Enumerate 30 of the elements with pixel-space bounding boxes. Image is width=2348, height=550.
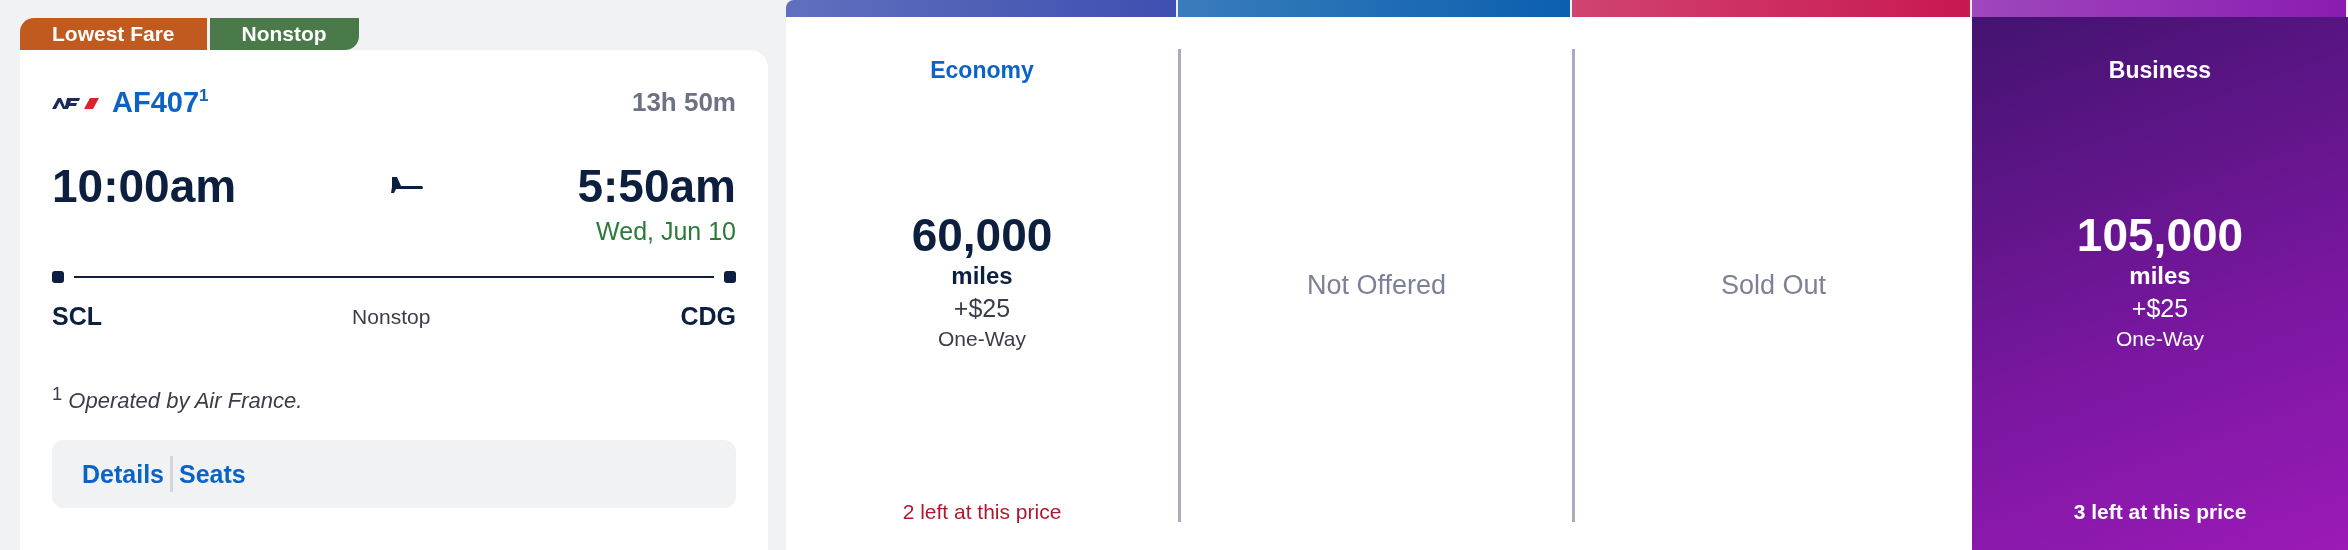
fare-badge: Nonstop [209,18,359,50]
fee-text: +$25 [2131,294,2189,323]
arrival-date: Wed, Jun 10 [596,217,736,246]
flight-link[interactable]: Details [76,459,170,489]
fare-status: Not Offered [1306,270,1447,301]
arrival-time: 5:50am [577,159,736,213]
miles-amount: 105,000 [2076,208,2244,262]
seats-left-text: 3 left at this price [2073,500,2247,524]
destination-code: CDG [680,302,736,331]
flight-number[interactable]: AF407$^{1}$ [112,86,209,119]
fare-status: Sold Out [1720,270,1827,301]
cabin-title: Business [2108,57,2212,84]
trip-type: One-Way [938,327,1026,351]
fare-badge: Lowest Fare [20,18,207,50]
cabin-title: Economy [930,57,1034,84]
fee-text: +$25 [953,294,1011,323]
miles-label: miles [951,262,1013,290]
fare-option[interactable]: Economy 60,000 miles +$25 One-Way 2 left at this price [786,17,1178,550]
airline-logo-icon [52,95,100,110]
trip-type: One-Way [2116,327,2204,351]
origin-code: SCL [52,302,102,331]
flight-duration: 13h 50m [631,87,736,118]
miles-amount: 60,000 [911,208,1053,262]
seats-left-text: 2 left at this price [902,500,1062,524]
miles-label: miles [2129,262,2191,290]
footnote-text: $^{1}$ Operated by Air France. [52,383,304,415]
departure-time: 10:00am [52,159,237,213]
fare-option[interactable]: Business 105,000 miles +$25 One-Way 3 left at this price [1972,17,2348,550]
flight-link[interactable]: Seats [173,459,252,489]
stops-text: Nonstop [352,304,431,329]
